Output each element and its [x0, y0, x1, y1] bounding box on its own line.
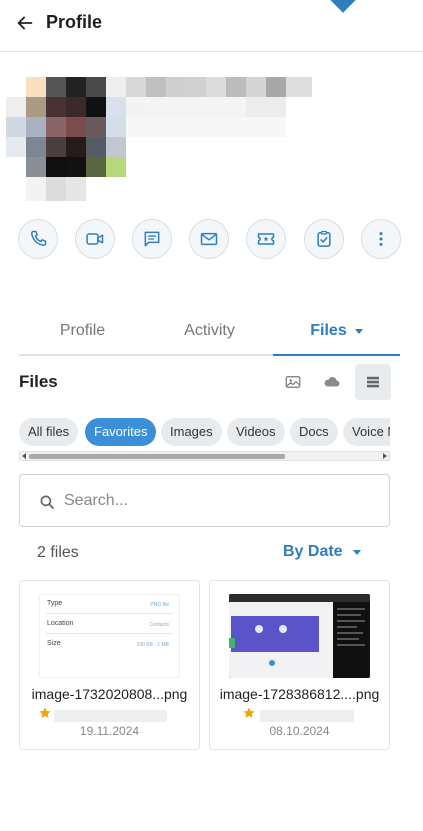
- file-filters: All files Favorites Images Videos Docs V…: [19, 418, 390, 446]
- cloud-view-button[interactable]: [314, 364, 350, 400]
- profile-tabs: Profile Activity Files: [19, 308, 400, 356]
- file-name: image-1728386812....png: [219, 686, 380, 702]
- phone-icon: [31, 230, 47, 246]
- tab-label: Files: [310, 322, 347, 339]
- ticket-button[interactable]: [246, 219, 286, 259]
- clipboard-check-icon: [317, 230, 331, 247]
- list-icon: [367, 376, 379, 388]
- thumb-row-value: PNG file: [150, 602, 169, 608]
- chevron-down-icon: [354, 328, 363, 334]
- scroll-left-arrow[interactable]: [22, 453, 26, 459]
- filter-images[interactable]: Images: [161, 418, 222, 446]
- chevron-down-icon: [352, 549, 361, 555]
- page-title: Profile: [46, 12, 103, 32]
- search-icon: [40, 495, 54, 509]
- file-card[interactable]: image-1728386812....png 08.10.2024: [209, 580, 390, 750]
- tab-label: Activity: [184, 322, 235, 339]
- thumb-row-label: Type: [47, 600, 63, 607]
- filter-favorites[interactable]: Favorites: [85, 418, 157, 446]
- app-header: Profile: [0, 0, 423, 52]
- filter-docs[interactable]: Docs: [290, 418, 338, 446]
- scrollbar-thumb[interactable]: [29, 454, 285, 459]
- file-date: 08.10.2024: [269, 724, 330, 738]
- scroll-right-arrow[interactable]: [383, 453, 387, 459]
- star-icon[interactable]: [242, 706, 256, 720]
- more-button[interactable]: [361, 219, 401, 259]
- tab-files[interactable]: Files: [273, 308, 400, 356]
- file-thumbnail: Type PNG file Location Contacts Size 100…: [39, 594, 180, 678]
- more-vertical-icon: [379, 232, 383, 246]
- list-view-button[interactable]: [355, 364, 391, 400]
- tooltip-pointer: [330, 0, 356, 13]
- tab-profile[interactable]: Profile: [19, 308, 146, 354]
- filter-videos[interactable]: Videos: [227, 418, 285, 446]
- file-name: image-1732020808...png: [31, 686, 188, 702]
- tab-label: Profile: [59, 322, 106, 339]
- task-button[interactable]: [304, 219, 344, 259]
- contact-actions: [18, 219, 402, 259]
- tab-activity[interactable]: Activity: [146, 308, 273, 354]
- file-count: 2 files: [37, 544, 79, 561]
- thumb-row-label: Location: [47, 620, 74, 627]
- file-card[interactable]: Type PNG file Location Contacts Size 100…: [19, 580, 200, 750]
- message-button[interactable]: [132, 219, 172, 259]
- redacted-owner: [54, 710, 167, 722]
- thumb-row-value: 100 KB · 1 MB: [136, 642, 169, 648]
- search-box: [19, 474, 390, 527]
- file-thumbnail: [229, 594, 370, 678]
- sort-dropdown[interactable]: By Date: [283, 541, 361, 563]
- search-input[interactable]: [64, 485, 364, 517]
- thumb-row-value: Contacts: [149, 622, 169, 628]
- email-button[interactable]: [189, 219, 229, 259]
- video-icon: [86, 233, 104, 245]
- thumb-row-label: Size: [47, 640, 61, 647]
- video-call-button[interactable]: [75, 219, 115, 259]
- gallery-icon: [285, 376, 301, 388]
- filter-all-files[interactable]: All files: [19, 418, 79, 446]
- redacted-owner: [260, 710, 354, 722]
- back-button[interactable]: [14, 12, 36, 34]
- ticket-icon: [257, 233, 275, 245]
- filter-voice-messages[interactable]: Voice M: [343, 418, 390, 446]
- file-date: 19.11.2024: [79, 724, 140, 738]
- call-button[interactable]: [18, 219, 58, 259]
- filters-scrollbar[interactable]: [19, 451, 390, 461]
- section-title: Files: [19, 372, 58, 391]
- cloud-icon: [324, 377, 340, 387]
- avatar: [6, 77, 312, 201]
- chat-icon: [144, 231, 160, 247]
- mail-icon: [200, 232, 218, 246]
- gallery-view-button[interactable]: [275, 364, 311, 400]
- arrow-left-icon: [17, 16, 33, 30]
- star-icon[interactable]: [38, 706, 52, 720]
- sort-label: By Date: [283, 543, 343, 560]
